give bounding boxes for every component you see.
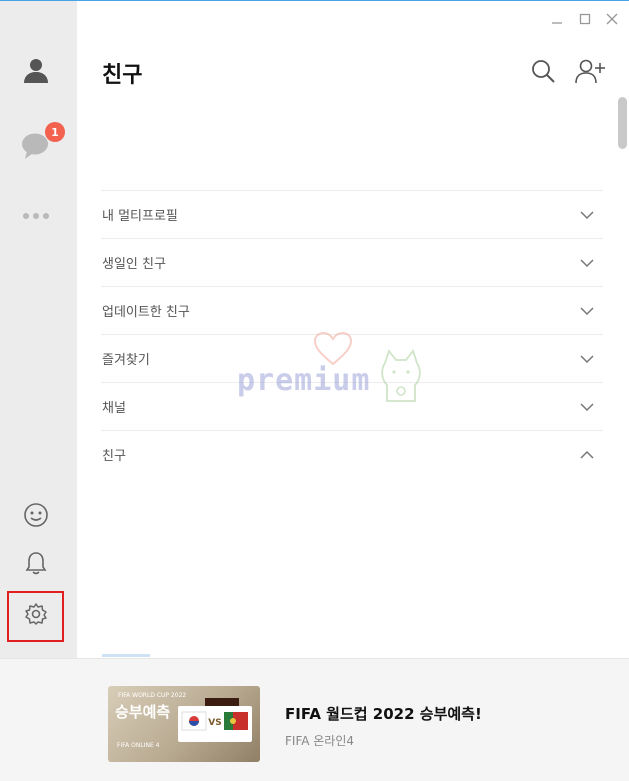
section-label: 내 멀티프로필 — [102, 209, 178, 224]
match-card: VS — [178, 706, 252, 742]
chevron-down-icon — [580, 403, 594, 412]
search-icon — [530, 58, 556, 88]
ad-thumb-headline: 승부예측 — [115, 703, 171, 721]
maximize-button[interactable] — [575, 9, 595, 29]
watermark-text: premium — [237, 363, 371, 398]
section-birthday[interactable]: 생일인 친구 — [101, 238, 603, 286]
main-panel: 친구 내 멀티프로필 생일인 친구 업데이트한 친구 즐겨찾기 채널 친구 pr… — [77, 1, 629, 658]
lucky-cat-icon — [381, 349, 421, 402]
section-label: 업데이트한 친구 — [102, 305, 190, 320]
chevron-down-icon — [580, 307, 594, 316]
section-label: 즐겨찾기 — [102, 353, 150, 368]
chevron-down-icon — [580, 355, 594, 364]
chevron-down-icon — [580, 211, 594, 220]
section-multiprofile[interactable]: 내 멀티프로필 — [101, 190, 603, 238]
list-loading-strip — [102, 654, 150, 657]
page-title: 친구 — [102, 63, 143, 88]
ad-title[interactable]: FIFA 월드컵 2022 승부예측! — [285, 703, 482, 724]
unread-badge: 1 — [45, 122, 65, 142]
section-label: 채널 — [102, 401, 126, 416]
sidebar: 1 — [0, 1, 77, 658]
match-up-tag — [205, 698, 239, 706]
sidebar-item-notifications[interactable] — [13, 542, 59, 588]
chevron-up-icon — [580, 450, 594, 459]
section-updated[interactable]: 업데이트한 친구 — [101, 286, 603, 334]
heart-icon — [313, 331, 353, 366]
ad-thumb-caption: FIFA WORLD CUP 2022 — [118, 692, 187, 699]
section-friends[interactable]: 친구 — [101, 430, 603, 478]
chevron-down-icon — [580, 259, 594, 268]
watermark: premium — [237, 331, 427, 411]
ad-banner[interactable]: FIFA WORLD CUP 2022 승부예측 FIFA ONLINE 4 V… — [0, 658, 629, 781]
ad-subtitle: FIFA 온라인4 — [285, 734, 355, 748]
bell-icon — [24, 550, 48, 580]
app-window: 1 친구 내 멀티프로필 생일인 친구 업데이트한 친구 즐겨찾기 채널 친구 … — [0, 0, 629, 781]
more-dots-icon — [22, 205, 50, 224]
minimize-button[interactable] — [547, 9, 567, 29]
section-label: 친구 — [102, 449, 126, 464]
add-friend-icon — [575, 58, 607, 88]
person-icon — [22, 56, 50, 88]
sidebar-item-friends[interactable] — [13, 49, 59, 95]
settings-highlight-box — [7, 591, 64, 642]
sidebar-item-more[interactable] — [13, 191, 59, 237]
flags-icon: VS — [181, 711, 248, 731]
scrollbar-thumb[interactable] — [618, 97, 627, 149]
add-friend-button[interactable] — [575, 57, 607, 89]
section-label: 생일인 친구 — [102, 257, 166, 272]
vs-text: VS — [208, 718, 221, 728]
close-button[interactable] — [602, 9, 622, 29]
search-button[interactable] — [527, 57, 559, 89]
sidebar-item-emoticon[interactable] — [13, 494, 59, 540]
ad-thumb-footer: FIFA ONLINE 4 — [117, 742, 160, 749]
ad-thumbnail[interactable]: FIFA WORLD CUP 2022 승부예측 FIFA ONLINE 4 V… — [108, 686, 260, 762]
smiley-icon — [23, 502, 49, 532]
